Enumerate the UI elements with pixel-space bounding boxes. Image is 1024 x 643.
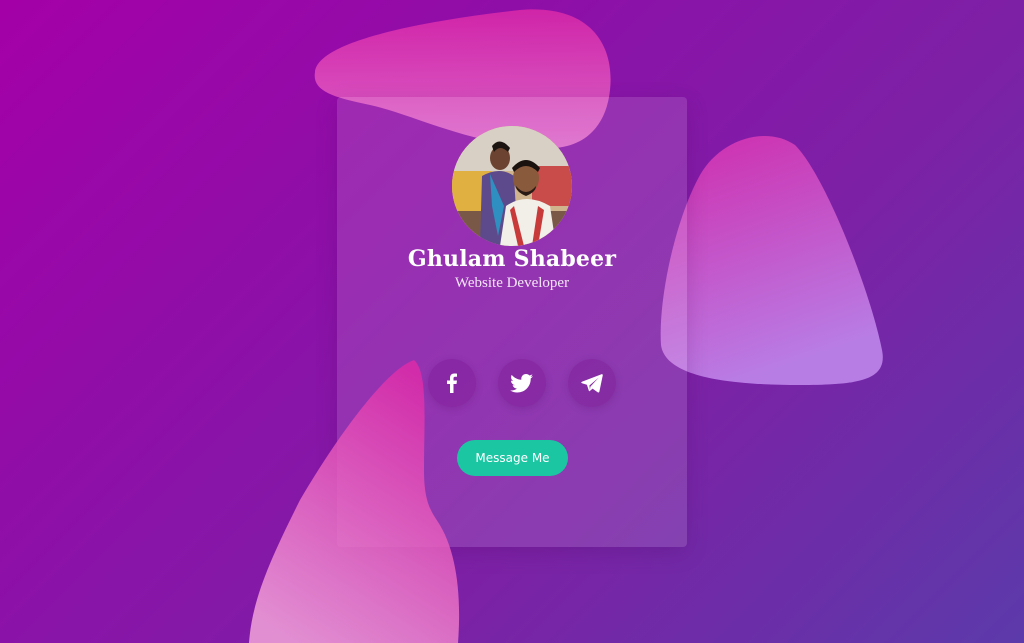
facebook-button[interactable] — [428, 359, 476, 407]
telegram-button[interactable] — [568, 359, 616, 407]
profile-name: Ghulam Shabeer — [407, 246, 617, 272]
profile-card: Ghulam Shabeer Website Developer Message… — [337, 97, 687, 547]
message-me-button[interactable]: Message Me — [457, 440, 568, 476]
social-links — [428, 359, 618, 407]
twitter-button[interactable] — [498, 359, 546, 407]
blob-right — [660, 136, 883, 385]
avatar-photo-icon — [452, 126, 572, 246]
profile-avatar — [452, 126, 572, 246]
facebook-icon — [447, 373, 457, 393]
telegram-icon — [581, 374, 603, 393]
twitter-icon — [510, 374, 533, 393]
profile-role: Website Developer — [454, 275, 570, 291]
